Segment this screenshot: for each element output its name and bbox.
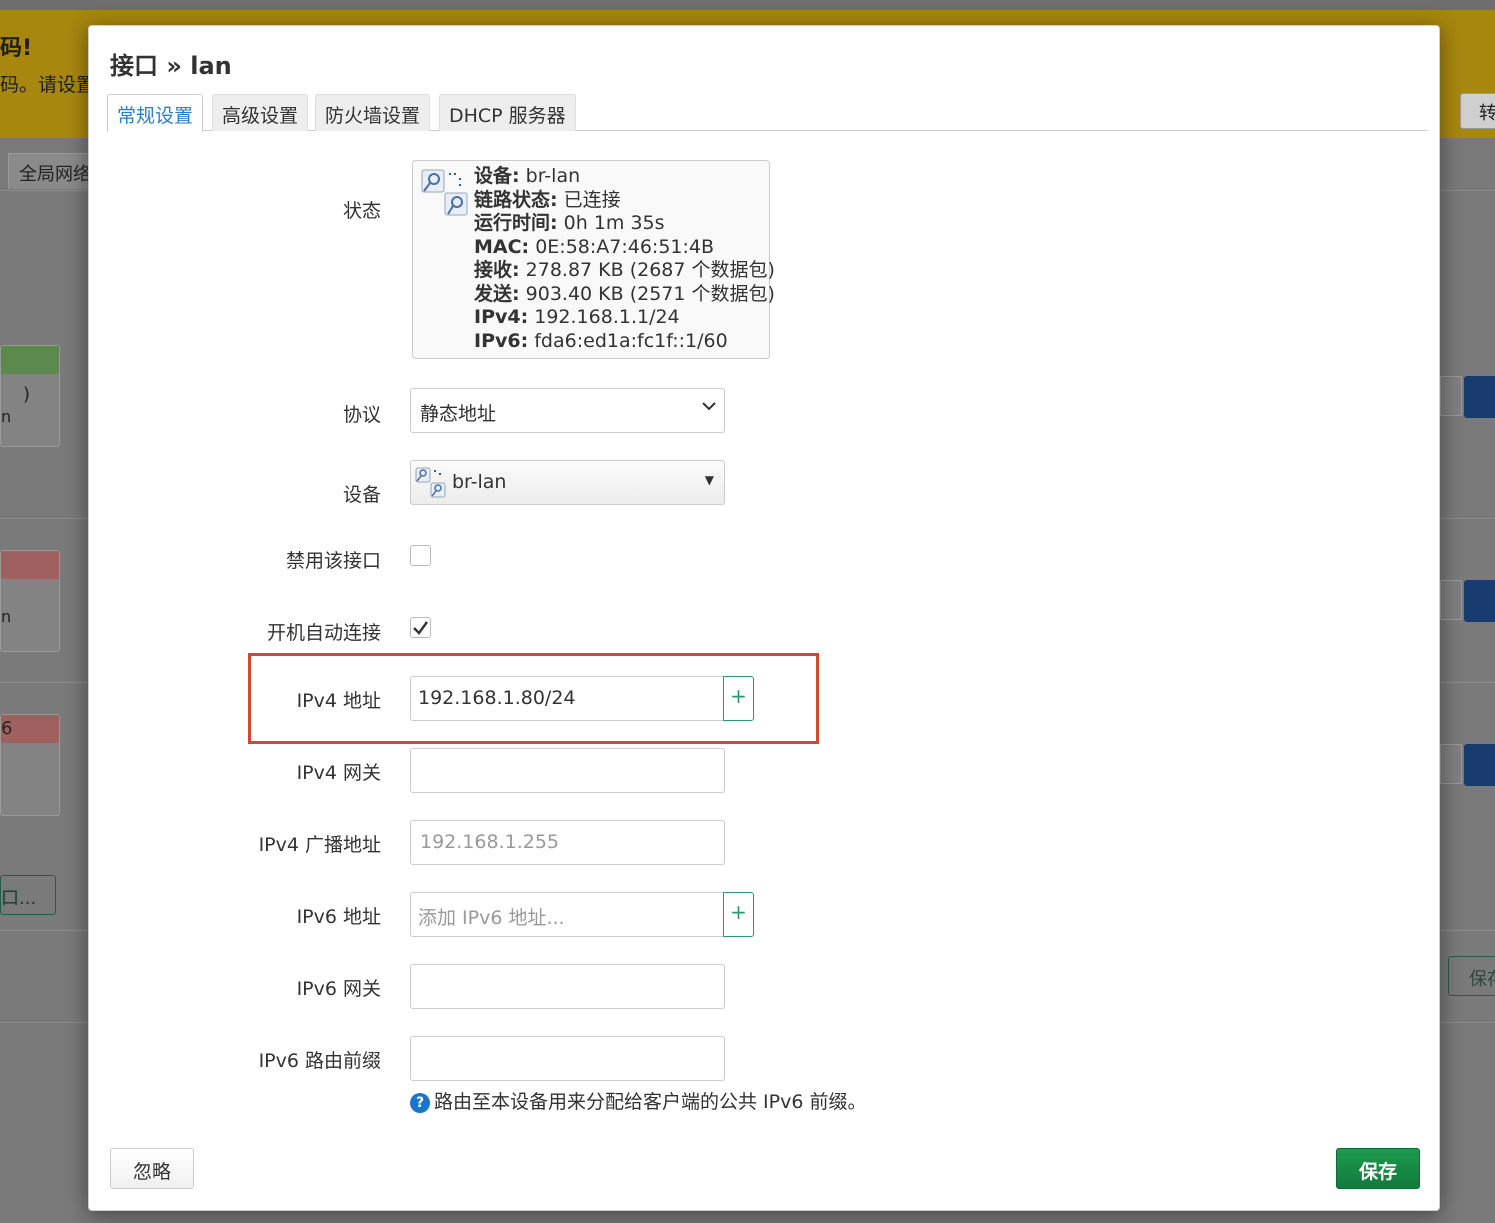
bridge-device-icon <box>421 169 468 216</box>
background-banner-text: 码。请设置 <box>0 74 96 96</box>
ipv6-address-input[interactable]: 添加 IPv6 地址... <box>410 892 723 937</box>
autostart-checkbox[interactable] <box>410 617 431 638</box>
disable-interface-label: 禁用该接口 <box>285 550 381 572</box>
background-edit-button <box>1464 580 1495 622</box>
ipv6-prefix-input[interactable] <box>410 1036 725 1081</box>
status-details: 设备: br-lan 链路状态: 已连接 运行时间: 0h 1m 35s MAC… <box>474 165 775 353</box>
background-tab-global: 全局网络 <box>8 153 92 189</box>
status-line-ipv6: IPv6: fda6:ed1a:fc1f::1/60 <box>474 329 728 352</box>
background-input <box>1440 376 1462 416</box>
background-topbar <box>0 0 1495 10</box>
dismiss-button[interactable]: 忽略 <box>110 1148 194 1189</box>
modal-tabs: 常规设置 高级设置 防火墙设置 DHCP 服务器 <box>107 94 1427 132</box>
interface-edit-modal: 接口 » lan 常规设置 高级设置 防火墙设置 DHCP 服务器 状态 设备:… <box>88 25 1440 1211</box>
ipv6-prefix-label: IPv6 路由前缀 <box>258 1050 381 1072</box>
status-line-uptime: 运行时间: 0h 1m 35s <box>474 212 665 234</box>
status-box: 设备: br-lan 链路状态: 已连接 运行时间: 0h 1m 35s MAC… <box>412 160 775 359</box>
disable-interface-checkbox[interactable] <box>410 545 431 566</box>
background-banner-title: 码! <box>0 36 33 61</box>
ipv4-address-add-button[interactable]: + <box>723 676 754 721</box>
ipv6-gateway-label: IPv6 网关 <box>296 978 381 1000</box>
background-add-interface-button: 口... <box>0 875 56 915</box>
ipv6-prefix-help-text: 路由至本设备用来分配给客户端的公共 IPv6 前缀。 <box>434 1091 867 1113</box>
ipv4-gateway-input[interactable] <box>410 748 725 793</box>
ipv6-prefix-help: ? 路由至本设备用来分配给客户端的公共 IPv6 前缀。 <box>410 1087 866 1114</box>
background-edit-button <box>1464 376 1495 418</box>
protocol-label: 协议 <box>342 404 381 426</box>
background-interface-card-3: 6 <box>0 714 60 816</box>
background-banner-button: 转 <box>1460 93 1495 129</box>
tab-firewall-settings[interactable]: 防火墙设置 <box>315 94 431 131</box>
chevron-down-icon <box>702 402 716 411</box>
modal-title: 接口 » lan <box>110 52 232 80</box>
background-input <box>1440 744 1462 784</box>
ipv4-address-group: 192.168.1.80/24 + <box>410 676 754 721</box>
status-line-tx: 发送: 903.40 KB (2571 个数据包) <box>474 282 775 305</box>
autostart-label: 开机自动连接 <box>266 622 381 644</box>
checkmark-icon <box>413 621 428 635</box>
background-input <box>1440 580 1462 620</box>
ipv6-gateway-input[interactable] <box>410 964 725 1009</box>
save-button[interactable]: 保存 <box>1336 1148 1420 1189</box>
ipv4-broadcast-input[interactable]: 192.168.1.255 <box>410 820 725 865</box>
ipv4-address-label: IPv4 地址 <box>296 690 381 712</box>
protocol-value: 静态地址 <box>420 403 497 425</box>
bridge-device-icon <box>415 467 446 498</box>
background-edit-button <box>1464 744 1495 786</box>
ipv4-broadcast-label: IPv4 广播地址 <box>258 834 381 856</box>
status-label: 状态 <box>342 200 381 222</box>
status-line-mac: MAC: 0E:58:A7:46:51:4B <box>474 235 715 258</box>
tab-advanced-settings[interactable]: 高级设置 <box>212 94 309 131</box>
ipv6-address-group: 添加 IPv6 地址... + <box>410 892 754 937</box>
tab-general-settings[interactable]: 常规设置 <box>107 94 204 132</box>
device-value: br-lan <box>452 471 507 493</box>
status-line-device: 设备: br-lan <box>474 165 581 187</box>
status-line-rx: 接收: 278.87 KB (2687 个数据包) <box>474 259 775 281</box>
status-line-link: 链路状态: 已连接 <box>474 188 621 211</box>
ipv4-gateway-label: IPv4 网关 <box>296 762 381 784</box>
tab-dhcp-server[interactable]: DHCP 服务器 <box>439 94 576 131</box>
device-select[interactable]: br-lan ▼ <box>410 460 725 505</box>
ipv6-address-label: IPv6 地址 <box>296 906 381 928</box>
status-line-ipv4: IPv4: 192.168.1.1/24 <box>474 306 680 328</box>
ipv4-address-input[interactable]: 192.168.1.80/24 <box>410 676 723 721</box>
help-icon: ? <box>410 1093 430 1113</box>
caret-down-icon: ▼ <box>704 473 714 487</box>
background-save-button: 保存 <box>1448 956 1495 996</box>
protocol-select[interactable]: 静态地址 <box>410 388 725 433</box>
background-interface-card-2: n <box>0 550 60 652</box>
background-interface-card-1: ) n <box>0 345 60 447</box>
device-label: 设备 <box>342 484 381 506</box>
ipv6-address-add-button[interactable]: + <box>723 892 754 937</box>
